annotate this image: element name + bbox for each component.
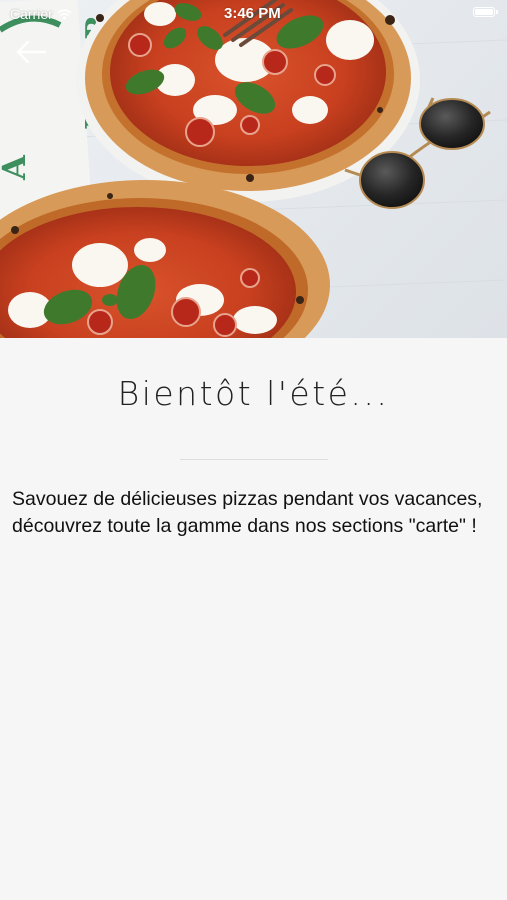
hero-pizza-bottom [0, 180, 330, 338]
hero-photo-illustration: A FEVER [0, 0, 507, 338]
status-carrier: Carrier [10, 6, 72, 22]
back-button[interactable] [14, 38, 48, 66]
battery-icon [473, 7, 498, 17]
status-bar: Carrier 3:46 PM [0, 0, 507, 28]
arrow-left-icon [16, 40, 47, 64]
svg-text:A: A [0, 154, 33, 181]
carrier-label: Carrier [10, 6, 53, 22]
article-content: Bientôt l'été... Savouez de délicieuses … [0, 338, 507, 900]
title-divider [180, 459, 328, 460]
wifi-icon [57, 8, 72, 19]
screen: A FEVER [0, 0, 507, 900]
article-title: Bientôt l'été... [117, 374, 390, 413]
status-time: 3:46 PM [224, 5, 281, 22]
hero-image: A FEVER [0, 0, 507, 338]
article-body: Savouez de délicieuses pizzas pendant vo… [12, 488, 483, 537]
